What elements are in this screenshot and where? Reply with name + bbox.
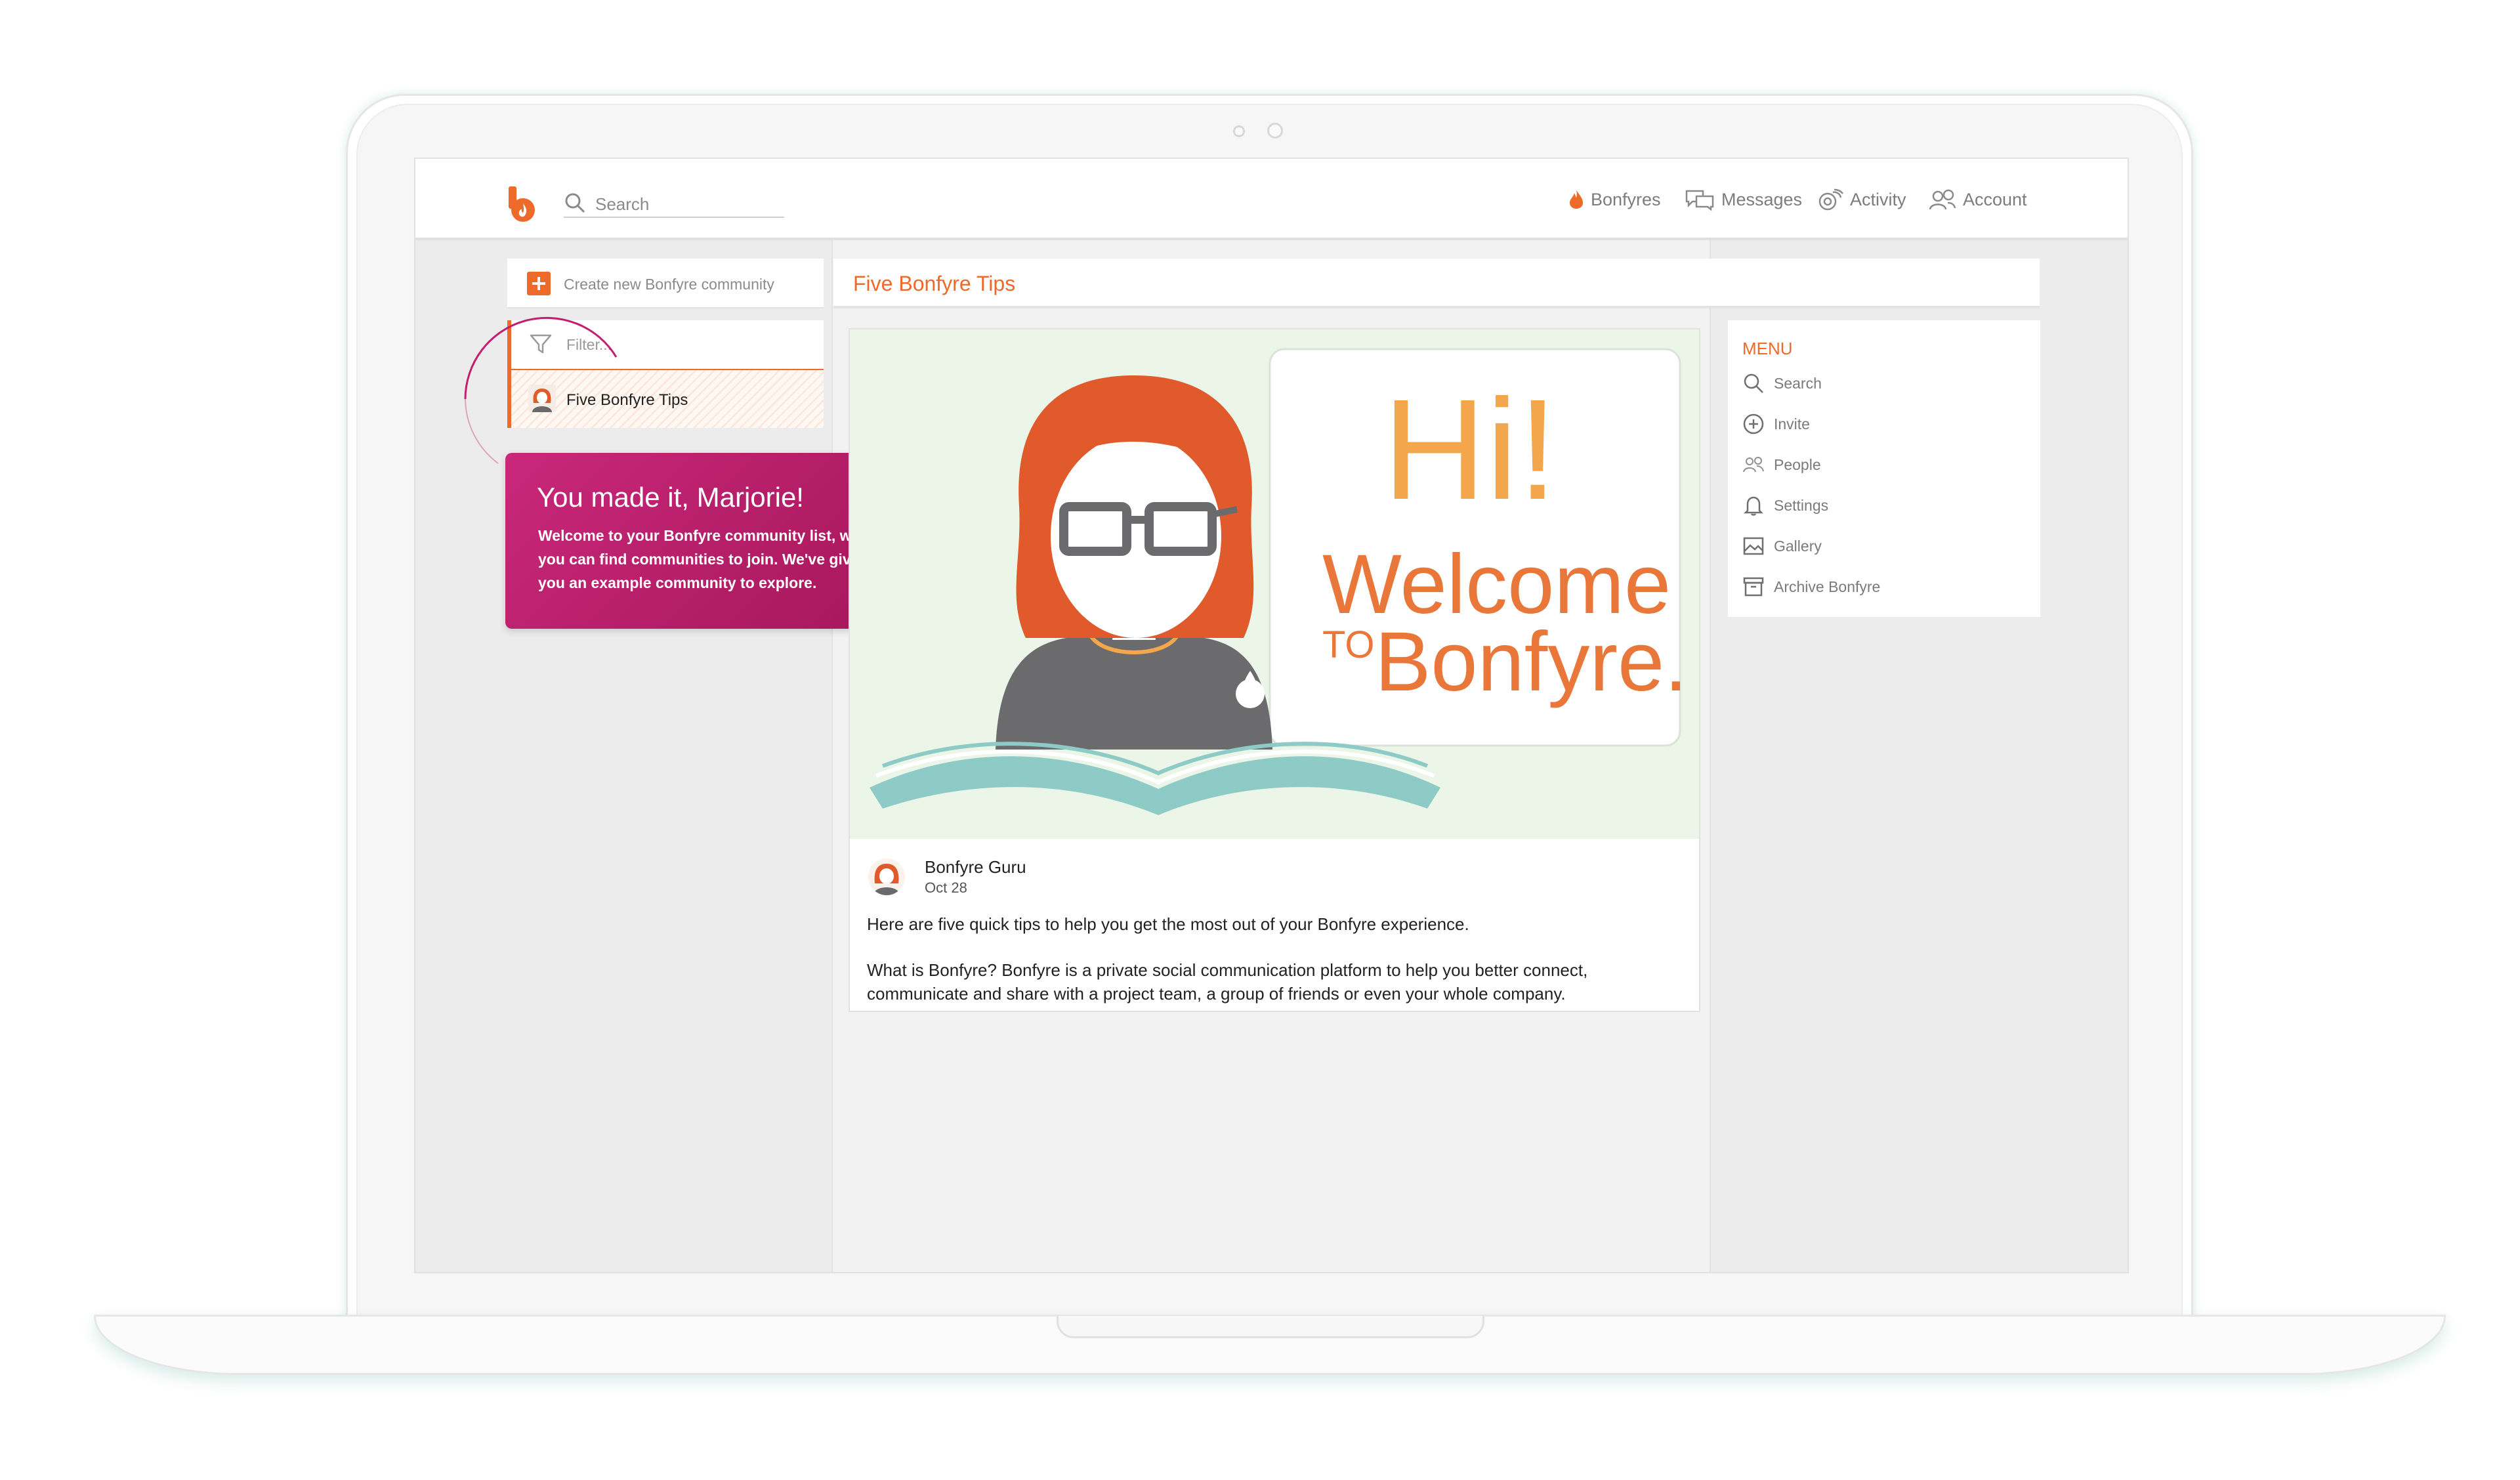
menu-item-label: Archive Bonfyre — [1774, 578, 1881, 595]
post-card: Hi! Welcome TO Bonfyre. Bonfyre Guru Oct… — [849, 328, 1700, 1012]
search-icon — [1744, 373, 1763, 393]
nav-label: Account — [1963, 189, 2027, 209]
menu-item-gallery[interactable]: Gallery — [1742, 533, 1822, 559]
menu-item-label: Gallery — [1774, 537, 1822, 555]
menu-item-archive[interactable]: Archive Bonfyre — [1742, 574, 1880, 600]
people-icon — [1743, 457, 1764, 473]
nav-label: Messages — [1721, 189, 1803, 209]
hero-to-text: TO — [1322, 624, 1375, 666]
account-icon — [1929, 189, 1956, 210]
laptop-notch — [1057, 1316, 1484, 1338]
nav-label: Bonfyres — [1591, 189, 1661, 209]
gallery-icon — [1743, 537, 1764, 555]
create-community-label: Create new Bonfyre community — [564, 276, 774, 293]
page-title: Five Bonfyre Tips — [853, 272, 1016, 295]
tooltip-title: You made it, Marjorie! — [537, 482, 804, 513]
nav-bonfyres[interactable]: Bonfyres — [1568, 186, 1661, 213]
post-body: Here are five quick tips to help you get… — [867, 912, 1681, 1028]
menu-item-invite[interactable]: Invite — [1742, 411, 1810, 437]
messages-icon — [1685, 190, 1714, 211]
search-placeholder: Search — [595, 194, 650, 214]
nav-label: Activity — [1850, 189, 1906, 209]
nav-messages[interactable]: Messages — [1685, 186, 1802, 213]
app-screen: Search Bonfyres Messages Activity Accoun… — [414, 158, 2129, 1273]
post-paragraph: What is Bonfyre? Bonfyre is a private so… — [867, 960, 1588, 1004]
post-paragraph: Here are five quick tips to help you get… — [867, 914, 1469, 934]
plus-icon — [527, 272, 551, 295]
camera — [1267, 123, 1283, 138]
activity-icon — [1818, 188, 1843, 211]
search-field[interactable]: Search — [564, 190, 784, 218]
nav-activity[interactable]: Activity — [1817, 186, 1906, 213]
post-date: Oct 28 — [925, 879, 967, 896]
bonfyre-logo[interactable] — [507, 186, 536, 223]
menu-item-label: Invite — [1774, 415, 1810, 433]
post-author-row: Bonfyre Guru Oct 28 — [850, 839, 1699, 898]
menu-item-search[interactable]: Search — [1742, 370, 1822, 396]
avatar[interactable] — [868, 858, 905, 895]
community-menu: MENU Search Invite People Settings Galle… — [1728, 320, 2040, 617]
create-community-button[interactable]: Create new Bonfyre community — [507, 259, 824, 308]
nav-account[interactable]: Account — [1929, 186, 2027, 213]
invite-icon — [1743, 413, 1764, 434]
menu-item-label: Search — [1774, 374, 1822, 392]
hero-bonfyre-text: Bonfyre. — [1375, 615, 1688, 709]
menu-title: MENU — [1742, 339, 1793, 358]
bell-icon — [1743, 496, 1764, 516]
menu-item-label: People — [1774, 455, 1821, 473]
menu-item-settings[interactable]: Settings — [1742, 492, 1828, 518]
search-icon — [565, 193, 585, 213]
camera-sensor — [1233, 125, 1245, 137]
author-name[interactable]: Bonfyre Guru — [925, 857, 1026, 877]
top-bar: Search Bonfyres Messages Activity Accoun… — [415, 159, 2128, 240]
page-title-bar: Five Bonfyre Tips — [833, 259, 2040, 308]
tooltip-body: Welcome to your Bonfyre community list, … — [538, 527, 884, 591]
hero-hi-text: Hi! — [1383, 370, 1557, 530]
menu-item-people[interactable]: People — [1742, 452, 1821, 478]
menu-item-label: Settings — [1774, 496, 1829, 514]
archive-icon — [1743, 577, 1764, 597]
welcome-hero-image: Hi! Welcome TO Bonfyre. — [850, 329, 1699, 839]
flame-icon — [1570, 190, 1583, 209]
